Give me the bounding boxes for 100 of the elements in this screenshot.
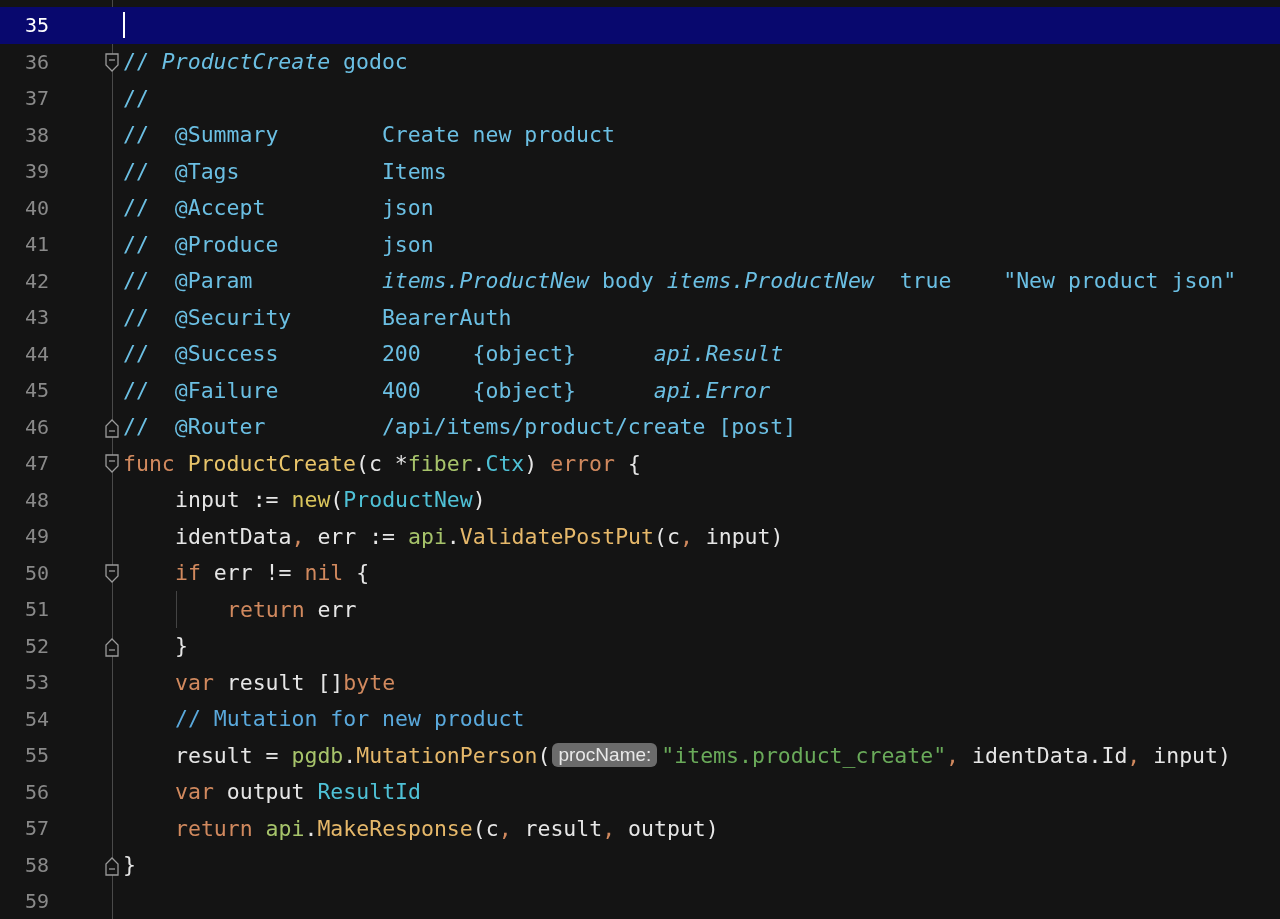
code-token: result []	[225, 669, 344, 695]
line-number: 39	[23, 159, 49, 184]
line-number: 37	[23, 86, 49, 111]
line-number: 49	[23, 524, 49, 549]
code-token: body	[600, 268, 655, 294]
code-token: result =	[175, 742, 280, 768]
line-number: 45	[23, 378, 49, 403]
line-number: 41	[23, 232, 49, 257]
code-token: {	[355, 560, 370, 586]
code-token: api	[408, 523, 447, 549]
code-token: var	[175, 669, 214, 695]
code-token: result	[523, 815, 603, 841]
code-token: "items.product_create"	[661, 742, 947, 768]
line-number: 44	[23, 341, 49, 366]
code-token: api	[265, 815, 305, 841]
code-token: var	[175, 779, 214, 805]
code-token: godoc	[342, 49, 408, 75]
line-number: 50	[23, 560, 49, 585]
code-token: func	[123, 450, 176, 476]
line-number: 56	[23, 779, 49, 804]
code-token: // @Security BearerAuth	[123, 304, 512, 330]
fold-icon[interactable]	[105, 855, 119, 876]
code-token: api.Result	[653, 341, 784, 367]
line-number: 42	[23, 268, 49, 293]
line-number: 38	[23, 122, 49, 147]
code-token: (c *	[356, 450, 408, 476]
line-number: 40	[23, 195, 49, 220]
code-token: (	[330, 487, 344, 513]
line-number: 51	[23, 597, 49, 622]
line-number: 57	[23, 816, 49, 841]
code-token: error	[550, 450, 615, 476]
line-number: 52	[23, 633, 49, 658]
code-token: )	[524, 450, 539, 476]
code-token: err !=	[212, 560, 293, 586]
code-token: identData	[175, 523, 292, 549]
line-number: 35	[23, 13, 49, 38]
code-token: output	[225, 779, 306, 805]
fold-icon[interactable]	[105, 563, 119, 584]
fold-icon[interactable]	[105, 454, 119, 474]
fold-icon[interactable]	[105, 52, 119, 73]
code-token: fiber	[407, 450, 473, 476]
code-token: ,	[946, 742, 960, 768]
code-token: err	[316, 596, 357, 622]
code-token: err :=	[316, 523, 397, 549]
code-token: // @Accept json	[123, 195, 434, 221]
fold-icon[interactable]	[105, 417, 119, 438]
text-cursor	[123, 12, 125, 39]
code-token: .	[343, 742, 357, 768]
code-token: }	[123, 852, 136, 878]
code-token: ,	[291, 523, 305, 549]
code-token: ,	[602, 815, 616, 841]
code-token: }	[175, 633, 188, 659]
code-token: ProductNew	[343, 487, 473, 513]
line-number: 54	[23, 706, 49, 731]
code-token: ,	[498, 815, 512, 841]
line-number: 36	[23, 49, 49, 74]
code-token: (	[537, 742, 551, 768]
fold-icon[interactable]	[105, 636, 119, 657]
code-token: //	[123, 49, 150, 75]
code-token: api.Error	[653, 377, 771, 403]
code-token: ProductCreate	[161, 49, 331, 75]
code-token: .	[304, 815, 318, 841]
code-token: .	[472, 450, 486, 476]
code-token: return	[227, 596, 305, 622]
code-token: ,	[679, 523, 693, 549]
code-token: (c	[654, 523, 680, 549]
code-token: // @Router /api/items/product/create [post]	[123, 414, 797, 440]
code-token: // @Produce json	[123, 231, 434, 257]
code-token: true "New product json"	[898, 268, 1237, 294]
line-number: 53	[23, 670, 49, 695]
code-token: //	[123, 85, 149, 111]
code-token: MutationPerson	[356, 742, 538, 768]
code-token: input)	[1152, 742, 1231, 768]
code-token: items.ProductNew	[381, 268, 589, 294]
code-token: ValidatePostPut	[459, 523, 654, 549]
code-token: .	[446, 523, 460, 549]
code-token: return	[175, 815, 254, 841]
line-number: 43	[23, 305, 49, 330]
code-token: // @Success 200 {object}	[123, 341, 578, 367]
code-token: {	[626, 450, 641, 476]
line-number: 55	[23, 743, 49, 768]
line-number: 47	[23, 451, 49, 476]
code-token: // @Param	[123, 268, 254, 294]
line-number: 46	[23, 414, 49, 439]
code-token: // Mutation for new product	[175, 706, 525, 732]
code-token: // @Tags Items	[123, 158, 447, 184]
code-token: ProductCreate	[187, 450, 356, 476]
line-number: 48	[23, 487, 49, 512]
code-token: // @Failure 400 {object}	[123, 377, 578, 403]
code-token: byte	[343, 669, 396, 695]
code-token: items.ProductNew	[666, 268, 874, 294]
line-number: 58	[23, 852, 49, 877]
code-token: ,	[1127, 742, 1141, 768]
code-token: nil	[304, 560, 344, 586]
code-token: new	[291, 487, 331, 513]
code-token: pgdb	[291, 742, 344, 768]
code-token: Ctx	[485, 450, 525, 476]
code-token: input :=	[175, 487, 280, 513]
code-token: input)	[704, 523, 784, 549]
code-token: if	[175, 560, 201, 586]
